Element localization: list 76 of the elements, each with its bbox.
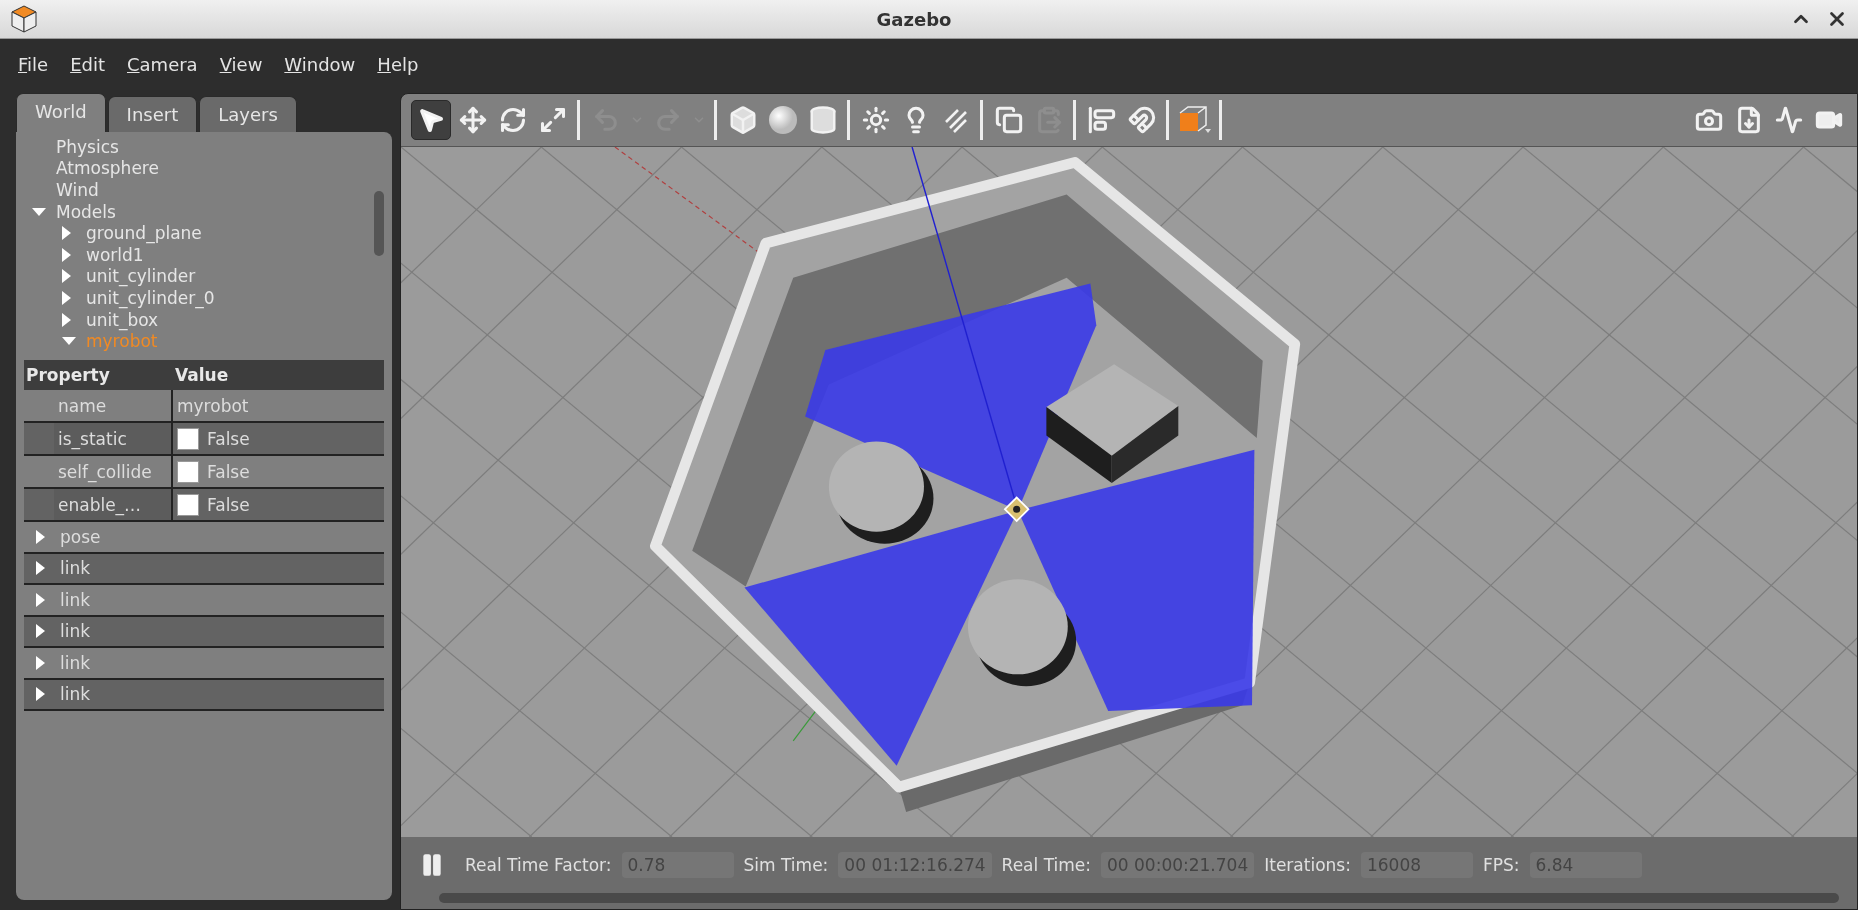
magnet-icon (1128, 106, 1156, 134)
plot-icon (1775, 106, 1803, 134)
property-value: myrobot (177, 395, 249, 416)
collapsed-arrow-icon[interactable] (36, 592, 45, 607)
tree-item[interactable]: Atmosphere (56, 158, 159, 179)
tree-item[interactable]: ground_plane (86, 223, 202, 244)
collapsed-arrow-icon[interactable] (36, 687, 45, 702)
move-arrows-icon (459, 106, 487, 134)
status-label: Real Time: (1001, 855, 1091, 875)
checkbox[interactable] (177, 460, 199, 483)
menu-item[interactable]: Edit (62, 49, 113, 79)
collapsed-arrow-icon[interactable] (36, 655, 45, 670)
tree-item[interactable]: Physics (56, 136, 119, 157)
collapsed-arrow-icon[interactable] (36, 561, 45, 576)
property-name: self_collide (54, 456, 173, 487)
cylinder-icon (808, 105, 838, 135)
log-file-icon (1735, 106, 1763, 134)
collapsed-arrow-icon[interactable] (62, 226, 71, 241)
collapsed-arrow-icon[interactable] (62, 269, 71, 284)
copy-icon (995, 106, 1023, 134)
menu-item[interactable]: Help (369, 49, 427, 79)
checkbox[interactable] (177, 493, 199, 516)
tree-item[interactable]: unit_box (86, 309, 159, 330)
menu-item[interactable]: Camera (119, 49, 206, 79)
status-label: Sim Time: (743, 855, 829, 875)
scrollbar-thumb[interactable] (439, 893, 1839, 903)
property-value: False (207, 461, 250, 482)
property-group[interactable]: link (60, 684, 91, 705)
tree-item[interactable]: unit_cylinder_0 (86, 287, 215, 308)
column-header: Property (25, 365, 111, 385)
sun-icon (862, 106, 890, 134)
sphere-icon (768, 105, 798, 135)
expanded-arrow-icon[interactable] (62, 337, 76, 346)
menu-item[interactable]: File (10, 49, 57, 79)
property-group[interactable]: link (60, 621, 91, 642)
align-icon (1088, 106, 1116, 134)
property-name: name (54, 390, 173, 421)
collapsed-arrow-icon[interactable] (62, 290, 71, 305)
window-title: Gazebo (875, 8, 953, 30)
property-group[interactable]: link (60, 558, 91, 579)
status-label: FPS: (1482, 855, 1520, 875)
expanded-arrow-icon[interactable] (32, 207, 46, 216)
property-group[interactable]: link (60, 652, 91, 673)
collapsed-arrow-icon[interactable] (62, 247, 71, 262)
tree-item[interactable]: unit_cylinder (86, 266, 196, 287)
tree-item[interactable]: world1 (86, 244, 144, 265)
column-header: Value (174, 365, 230, 385)
collapsed-arrow-icon[interactable] (62, 312, 71, 327)
tab[interactable]: World (16, 93, 106, 132)
collapsed-arrow-icon[interactable] (36, 624, 45, 639)
cube-icon (728, 105, 758, 135)
property-value: False (207, 494, 250, 515)
tree-item[interactable]: Wind (56, 180, 99, 200)
robot-icon (1003, 496, 1030, 523)
property-value: False (207, 428, 250, 449)
property-group[interactable]: link (60, 589, 91, 610)
scrollbar-thumb[interactable] (374, 191, 384, 256)
scale-icon (539, 106, 567, 134)
status-label: Real Time Factor: (465, 855, 612, 875)
status-label: Iterations: (1264, 855, 1351, 875)
tab[interactable]: Layers (199, 96, 297, 132)
view-angle-icon (1178, 105, 1212, 135)
collapsed-arrow-icon[interactable] (36, 529, 45, 544)
pointer-icon (417, 106, 445, 134)
checkbox[interactable] (177, 427, 199, 450)
tree-item[interactable]: Models (56, 201, 116, 222)
toolbar-button[interactable] (411, 100, 451, 140)
property-name: is_static (54, 423, 173, 454)
menu-item[interactable]: Window (276, 49, 364, 79)
tab[interactable]: Insert (107, 96, 198, 132)
rotate-icon (499, 106, 527, 134)
property-group[interactable]: pose (60, 526, 101, 547)
camera-icon (1695, 106, 1723, 134)
property-name: enable_… (54, 489, 173, 520)
app-logo-icon (10, 4, 38, 34)
menu-item[interactable]: View (211, 49, 271, 79)
